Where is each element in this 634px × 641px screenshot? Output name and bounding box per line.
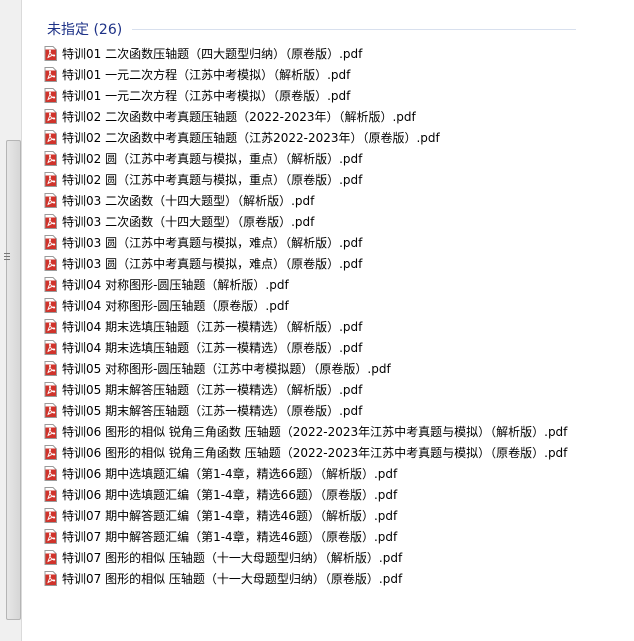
file-name: 特训05 对称图形-圆压轴题（江苏中考模拟题）（原卷版）.pdf <box>62 362 391 376</box>
scrollbar-grip-icon <box>4 253 10 262</box>
file-item[interactable]: 特训06 期中选填题汇编（第1-4章，精选66题）（解析版）.pdf <box>44 463 624 484</box>
file-item[interactable]: 特训06 图形的相似 锐角三角函数 压轴题（2022-2023年江苏中考真题与模… <box>44 421 624 442</box>
file-item[interactable]: 特训07 图形的相似 压轴题（十一大母题型归纳）（解析版）.pdf <box>44 547 624 568</box>
file-name: 特训07 图形的相似 压轴题（十一大母题型归纳）（解析版）.pdf <box>62 551 403 565</box>
vertical-scrollbar[interactable] <box>0 0 22 641</box>
pdf-file-icon <box>44 109 57 124</box>
file-name: 特训04 对称图形-圆压轴题（原卷版）.pdf <box>62 299 289 313</box>
pdf-file-icon <box>44 151 57 166</box>
file-item[interactable]: 特训03 圆（江苏中考真题与模拟，难点）（解析版）.pdf <box>44 232 624 253</box>
file-item[interactable]: 特训06 图形的相似 锐角三角函数 压轴题（2022-2023年江苏中考真题与模… <box>44 442 624 463</box>
pdf-file-icon <box>44 88 57 103</box>
pdf-file-icon <box>44 214 57 229</box>
file-name: 特训02 圆（江苏中考真题与模拟，重点）（原卷版）.pdf <box>62 173 363 187</box>
file-item[interactable]: 特训04 期末选填压轴题（江苏一模精选）（解析版）.pdf <box>44 316 624 337</box>
file-item[interactable]: 特训06 期中选填题汇编（第1-4章，精选66题）（原卷版）.pdf <box>44 484 624 505</box>
file-name: 特训01 一元二次方程（江苏中考模拟）（原卷版）.pdf <box>62 89 351 103</box>
pdf-file-icon <box>44 466 57 481</box>
file-name: 特训04 期末选填压轴题（江苏一模精选）（解析版）.pdf <box>62 320 363 334</box>
file-item[interactable]: 特训03 二次函数（十四大题型）（原卷版）.pdf <box>44 211 624 232</box>
pdf-file-icon <box>44 235 57 250</box>
pdf-file-icon <box>44 382 57 397</box>
file-item[interactable]: 特训04 对称图形-圆压轴题（原卷版）.pdf <box>44 295 624 316</box>
file-item[interactable]: 特训07 期中解答题汇编（第1-4章，精选46题）（原卷版）.pdf <box>44 526 624 547</box>
pdf-file-icon <box>44 571 57 586</box>
file-item[interactable]: 特训04 期末选填压轴题（江苏一模精选）（原卷版）.pdf <box>44 337 624 358</box>
file-name: 特训03 二次函数（十四大题型）（原卷版）.pdf <box>62 215 315 229</box>
file-name: 特训06 图形的相似 锐角三角函数 压轴题（2022-2023年江苏中考真题与模… <box>62 446 568 460</box>
file-item[interactable]: 特训02 圆（江苏中考真题与模拟，重点）（原卷版）.pdf <box>44 169 624 190</box>
pdf-file-icon <box>44 445 57 460</box>
file-item[interactable]: 特训03 二次函数（十四大题型）（解析版）.pdf <box>44 190 624 211</box>
file-item[interactable]: 特训05 期末解答压轴题（江苏一模精选）（原卷版）.pdf <box>44 400 624 421</box>
pdf-file-icon <box>44 193 57 208</box>
file-name: 特训03 圆（江苏中考真题与模拟，难点）（原卷版）.pdf <box>62 257 363 271</box>
pdf-file-icon <box>44 319 57 334</box>
file-name: 特训04 期末选填压轴题（江苏一模精选）（原卷版）.pdf <box>62 341 363 355</box>
pdf-file-icon <box>44 256 57 271</box>
pdf-file-icon <box>44 424 57 439</box>
file-item[interactable]: 特训03 圆（江苏中考真题与模拟，难点）（原卷版）.pdf <box>44 253 624 274</box>
file-name: 特训06 图形的相似 锐角三角函数 压轴题（2022-2023年江苏中考真题与模… <box>62 425 568 439</box>
file-name: 特训01 二次函数压轴题（四大题型归纳）（原卷版）.pdf <box>62 47 363 61</box>
file-item[interactable]: 特训07 期中解答题汇编（第1-4章，精选46题）（解析版）.pdf <box>44 505 624 526</box>
file-name: 特训05 期末解答压轴题（江苏一模精选）（解析版）.pdf <box>62 383 363 397</box>
file-name: 特训05 期末解答压轴题（江苏一模精选）（原卷版）.pdf <box>62 404 363 418</box>
pdf-file-icon <box>44 529 57 544</box>
group-header[interactable]: 未指定 (26) <box>47 18 122 40</box>
pdf-file-icon <box>44 172 57 187</box>
file-item[interactable]: 特训01 二次函数压轴题（四大题型归纳）（原卷版）.pdf <box>44 43 624 64</box>
file-name: 特训02 二次函数中考真题压轴题（2022-2023年）（解析版）.pdf <box>62 110 416 124</box>
file-item[interactable]: 特训02 圆（江苏中考真题与模拟，重点）（解析版）.pdf <box>44 148 624 169</box>
file-name: 特训07 期中解答题汇编（第1-4章，精选46题）（原卷版）.pdf <box>62 530 398 544</box>
file-item[interactable]: 特训01 一元二次方程（江苏中考模拟）（原卷版）.pdf <box>44 85 624 106</box>
file-name: 特训03 圆（江苏中考真题与模拟，难点）（解析版）.pdf <box>62 236 363 250</box>
pdf-file-icon <box>44 361 57 376</box>
file-name: 特训02 圆（江苏中考真题与模拟，重点）（解析版）.pdf <box>62 152 363 166</box>
file-name: 特训07 期中解答题汇编（第1-4章，精选46题）（解析版）.pdf <box>62 509 398 523</box>
pdf-file-icon <box>44 340 57 355</box>
pdf-file-icon <box>44 67 57 82</box>
file-name: 特训06 期中选填题汇编（第1-4章，精选66题）（解析版）.pdf <box>62 467 398 481</box>
file-item[interactable]: 特训07 图形的相似 压轴题（十一大母题型归纳）（原卷版）.pdf <box>44 568 624 589</box>
file-item[interactable]: 特训05 期末解答压轴题（江苏一模精选）（解析版）.pdf <box>44 379 624 400</box>
file-name: 特训04 对称图形-圆压轴题（解析版）.pdf <box>62 278 289 292</box>
file-item[interactable]: 特训02 二次函数中考真题压轴题（江苏2022-2023年）（原卷版）.pdf <box>44 127 624 148</box>
pdf-file-icon <box>44 46 57 61</box>
group-divider <box>132 29 576 30</box>
pdf-file-icon <box>44 508 57 523</box>
pdf-file-icon <box>44 277 57 292</box>
file-name: 特训06 期中选填题汇编（第1-4章，精选66题）（原卷版）.pdf <box>62 488 398 502</box>
file-name: 特训07 图形的相似 压轴题（十一大母题型归纳）（原卷版）.pdf <box>62 572 403 586</box>
pdf-file-icon <box>44 130 57 145</box>
file-name: 特训02 二次函数中考真题压轴题（江苏2022-2023年）（原卷版）.pdf <box>62 131 440 145</box>
file-item[interactable]: 特训01 一元二次方程（江苏中考模拟）（解析版）.pdf <box>44 64 624 85</box>
file-item[interactable]: 特训05 对称图形-圆压轴题（江苏中考模拟题）（原卷版）.pdf <box>44 358 624 379</box>
scrollbar-thumb[interactable] <box>6 140 21 620</box>
group-title: 未指定 (26) <box>47 22 123 38</box>
file-item[interactable]: 特训02 二次函数中考真题压轴题（2022-2023年）（解析版）.pdf <box>44 106 624 127</box>
pdf-file-icon <box>44 403 57 418</box>
pdf-file-icon <box>44 298 57 313</box>
pdf-file-icon <box>44 550 57 565</box>
pdf-file-icon <box>44 487 57 502</box>
file-name: 特训01 一元二次方程（江苏中考模拟）（解析版）.pdf <box>62 68 351 82</box>
file-list: 特训01 二次函数压轴题（四大题型归纳）（原卷版）.pdf 特训01 一元二次方程… <box>44 43 624 589</box>
file-name: 特训03 二次函数（十四大题型）（解析版）.pdf <box>62 194 315 208</box>
file-item[interactable]: 特训04 对称图形-圆压轴题（解析版）.pdf <box>44 274 624 295</box>
